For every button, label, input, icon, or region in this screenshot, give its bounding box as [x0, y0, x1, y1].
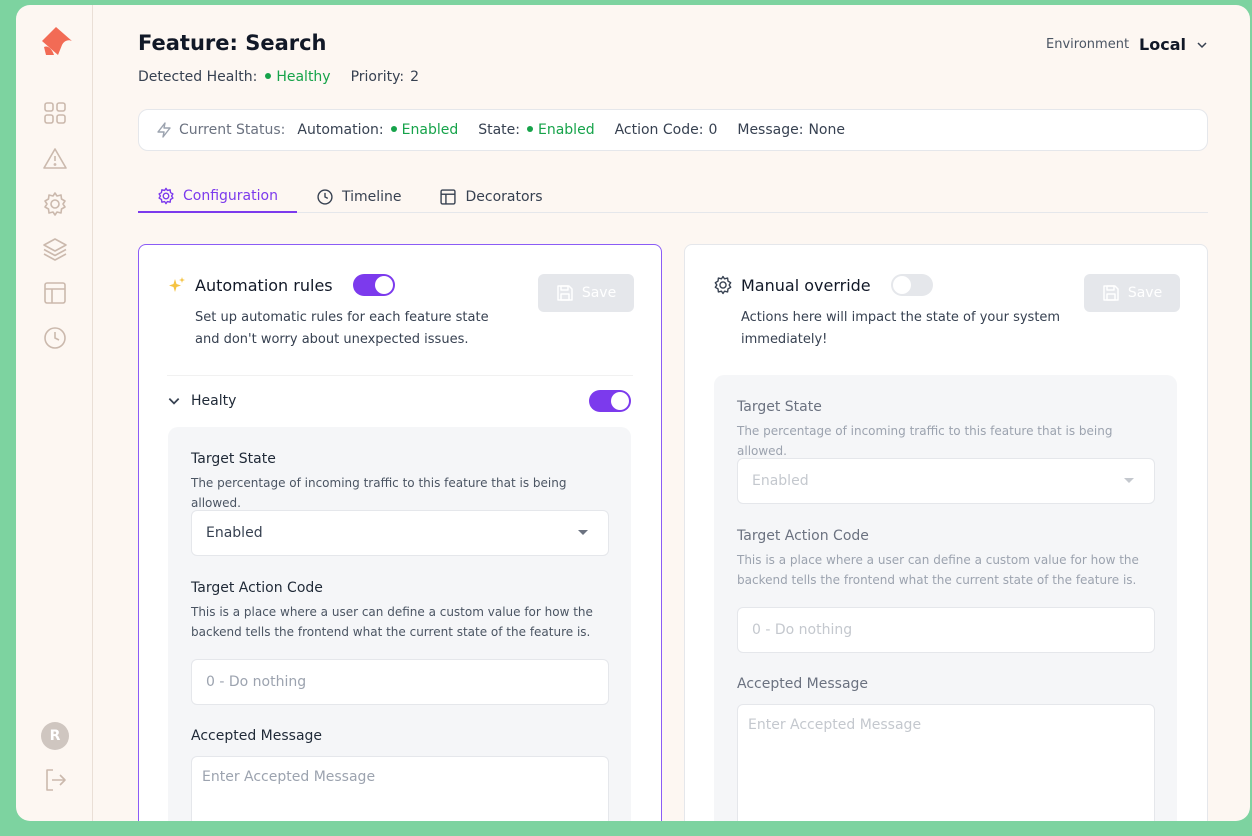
automation-rules-card: Automation rules Set up automatic rules … — [138, 244, 662, 821]
clock-icon — [317, 189, 333, 205]
floppy-disk-icon — [557, 285, 573, 301]
environment-value[interactable]: Local — [1139, 35, 1186, 54]
status-label: Current Status: — [179, 122, 286, 138]
manual-override-card: Manual override Actions here will impact… — [684, 244, 1208, 821]
healthy-section-toggle[interactable] — [589, 389, 631, 412]
logout-icon[interactable] — [41, 766, 69, 794]
status-message: Message: None — [737, 122, 845, 138]
accepted-message-field: Accepted Message — [737, 676, 869, 692]
page-title: Feature: Search — [138, 31, 327, 55]
manual-title: Manual override — [741, 275, 871, 295]
feature-meta: Detected Health: Healthy Priority: 2 — [138, 69, 419, 85]
section-title: Healty — [191, 392, 237, 409]
tab-timeline[interactable]: Timeline — [297, 181, 421, 213]
target-action-code-field: Target Action Code This is a place where… — [737, 528, 1139, 587]
manual-save-button[interactable]: Save — [1084, 274, 1180, 312]
automation-description: Set up automatic rules for each feature … — [195, 310, 489, 347]
warning-icon[interactable] — [41, 145, 69, 173]
target-state-field: Target State The percentage of incoming … — [191, 451, 567, 510]
action-code-input[interactable]: 0 - Do nothing — [191, 659, 609, 705]
gear-icon[interactable] — [41, 190, 69, 218]
accepted-message-field: Accepted Message — [191, 728, 323, 744]
tab-bar: Configuration Timeline Decorators — [138, 181, 1208, 213]
manual-description: Actions here will impact the state of yo… — [741, 310, 1061, 347]
automation-title: Automation rules — [195, 275, 333, 295]
status-automation: Automation: Enabled — [297, 122, 459, 138]
gear-icon — [158, 187, 174, 205]
environment-label: Environment — [1046, 37, 1130, 52]
action-code-input[interactable]: 0 - Do nothing — [737, 607, 1155, 653]
floppy-disk-icon — [1103, 285, 1119, 301]
caret-down-icon — [1124, 478, 1134, 483]
automation-toggle[interactable] — [352, 274, 395, 296]
tab-decorators[interactable]: Decorators — [420, 181, 561, 213]
accepted-message-input[interactable]: Enter Accepted Message — [191, 756, 609, 821]
lightning-icon — [157, 122, 171, 138]
main-content: Feature: Search Detected Health: Healthy… — [93, 5, 1250, 821]
dashboard-icon[interactable] — [41, 99, 69, 127]
automation-save-button[interactable]: Save — [538, 274, 634, 312]
logo-icon[interactable] — [38, 25, 74, 63]
priority-label: Priority: — [350, 69, 405, 85]
chevron-down-icon[interactable] — [1196, 39, 1208, 51]
target-state-field: Target State The percentage of incoming … — [737, 399, 1113, 458]
status-action-code: Action Code: 0 — [614, 122, 718, 138]
health-dot-icon — [265, 73, 272, 79]
status-state: State: Enabled — [478, 122, 595, 138]
chevron-down-icon[interactable] — [167, 394, 181, 408]
health-badge: Healthy — [263, 69, 331, 85]
priority-value: 2 — [410, 69, 420, 85]
caret-down-icon — [578, 530, 588, 535]
healthy-rule-panel: Target State The percentage of incoming … — [168, 427, 631, 821]
health-label: Detected Health: — [138, 69, 258, 85]
current-status-bar: Current Status: Automation: Enabled Stat… — [138, 109, 1208, 151]
manual-toggle[interactable] — [890, 274, 933, 296]
avatar[interactable]: R — [41, 722, 69, 750]
app-window: R Feature: Search Detected Health: Healt… — [16, 5, 1250, 821]
gear-icon — [714, 275, 732, 295]
target-state-select[interactable]: Enabled — [737, 458, 1155, 504]
clock-icon[interactable] — [41, 324, 69, 352]
manual-override-panel: Target State The percentage of incoming … — [714, 375, 1177, 821]
healthy-section-header[interactable]: Healty — [167, 375, 633, 425]
sparkles-icon — [169, 277, 185, 292]
layers-icon[interactable] — [41, 235, 69, 263]
target-state-select[interactable]: Enabled — [191, 510, 609, 556]
target-action-code-field: Target Action Code This is a place where… — [191, 580, 593, 639]
environment-selector[interactable]: Environment Local — [1046, 35, 1208, 54]
automation-header: Automation rules — [167, 274, 395, 296]
tab-configuration[interactable]: Configuration — [138, 181, 297, 213]
sidebar: R — [16, 5, 93, 821]
layout-icon — [440, 189, 457, 205]
layout-icon[interactable] — [41, 279, 69, 307]
accepted-message-input[interactable]: Enter Accepted Message — [737, 704, 1155, 821]
manual-header: Manual override — [713, 274, 933, 296]
